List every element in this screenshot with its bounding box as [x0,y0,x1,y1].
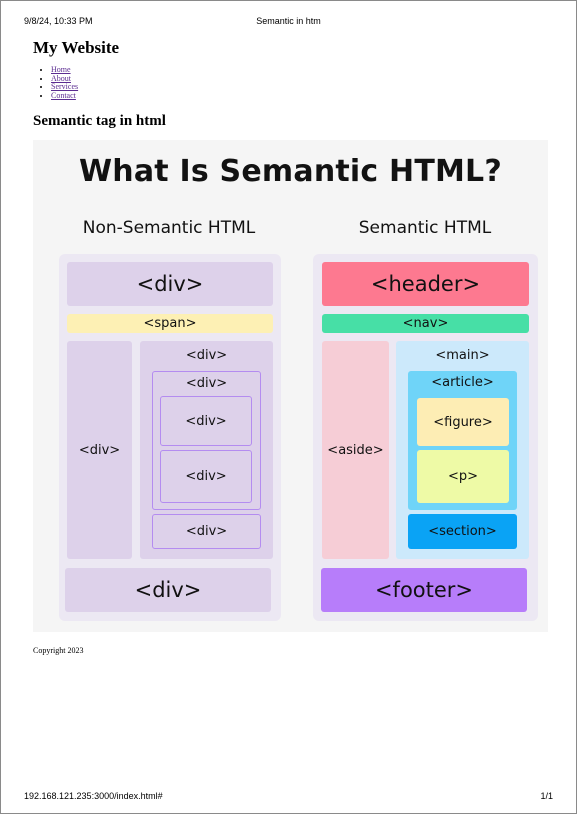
semantic-footer: <footer> [321,568,527,612]
semantic-html-infographic: What Is Semantic HTML? Non-Semantic HTML… [33,140,548,632]
semantic-p: <p> [417,450,509,503]
print-footer-url: 192.168.121.235:3000/index.html# [24,791,163,801]
infographic-title: What Is Semantic HTML? [79,154,502,189]
non-semantic-header-div: <div> [67,262,273,306]
semantic-section: <section> [408,514,517,549]
site-title: My Website [33,38,120,57]
print-header-title: Semantic in htm [256,16,321,26]
semantic-nav: <nav> [322,314,529,333]
non-semantic-figure-div: <div> [160,396,252,446]
non-semantic-section-div: <div> [152,514,261,549]
non-semantic-aside-div: <div> [67,341,132,559]
non-semantic-heading: Non-Semantic HTML [82,218,256,238]
semantic-heading: Semantic HTML [358,218,492,238]
print-footer-page-number: 1/1 [540,791,553,801]
nav-item-contact: Contact [51,91,78,101]
non-semantic-p-div: <div> [160,450,252,503]
semantic-figure: <figure> [417,398,509,446]
non-semantic-nav-span: <span> [67,314,273,333]
semantic-header: <header> [322,262,529,306]
section-title: Semantic tag in html [33,113,166,129]
semantic-aside: <aside> [322,341,389,559]
copyright-text: Copyright 2023 [33,646,84,655]
main-nav: Home About Services Contact [33,65,78,101]
nav-link-contact[interactable]: Contact [51,91,76,100]
non-semantic-footer-div: <div> [65,568,271,612]
